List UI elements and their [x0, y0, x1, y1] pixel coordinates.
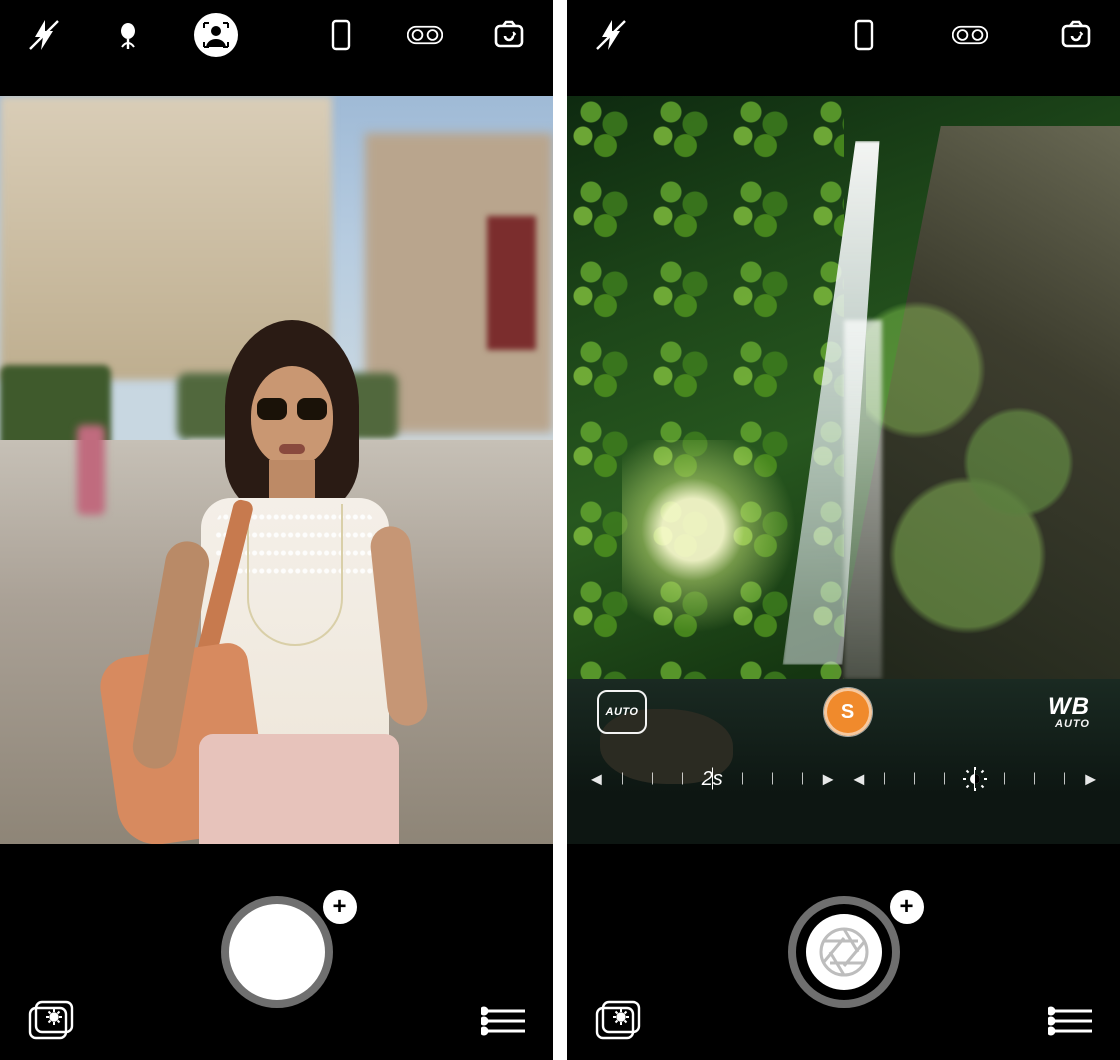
- gallery-button[interactable]: [595, 1000, 641, 1040]
- wb-mode-label: AUTO: [1048, 719, 1090, 730]
- add-button[interactable]: +: [890, 890, 924, 924]
- manual-controls-row: AUTO S WB AUTO: [567, 690, 1120, 734]
- camera-screen-portrait: +: [0, 0, 553, 1060]
- bottom-toolbar: +: [567, 844, 1120, 1060]
- focus-mode-button[interactable]: AUTO: [597, 690, 647, 734]
- exposure-icon: [963, 767, 987, 791]
- settings-menu-icon[interactable]: [1048, 1006, 1092, 1036]
- flash-off-icon[interactable]: [593, 17, 629, 53]
- chevron-left-icon: ◀: [854, 771, 865, 788]
- device-orientation-icon[interactable]: [323, 17, 359, 53]
- wb-label: WB: [1048, 695, 1090, 719]
- viewfinder[interactable]: [0, 96, 553, 844]
- macro-icon[interactable]: [110, 17, 146, 53]
- settings-menu-icon[interactable]: [481, 1006, 525, 1036]
- shutter-priority-button[interactable]: S: [824, 688, 872, 736]
- exposure-slider[interactable]: ◀ ▶: [856, 754, 1095, 804]
- subject-preview: [139, 320, 439, 844]
- viewfinder[interactable]: AUTO S WB AUTO ◀ 2s ▶ ◀: [567, 96, 1120, 844]
- chevron-left-icon: ◀: [591, 771, 602, 788]
- chevron-right-icon: ▶: [823, 771, 834, 788]
- portrait-mode-button[interactable]: [194, 13, 238, 57]
- white-balance-button[interactable]: WB AUTO: [1048, 695, 1090, 730]
- top-toolbar: [567, 0, 1120, 70]
- camera-screen-manual: AUTO S WB AUTO ◀ 2s ▶ ◀: [567, 0, 1120, 1060]
- dual-lens-icon[interactable]: [952, 17, 988, 53]
- device-orientation-icon[interactable]: [846, 17, 882, 53]
- shutter-priority-letter: S: [841, 701, 854, 724]
- focus-mode-label: AUTO: [606, 706, 639, 718]
- shutter-button[interactable]: [221, 896, 333, 1008]
- aperture-icon: [818, 926, 870, 978]
- top-toolbar: [0, 0, 553, 70]
- chevron-right-icon: ▶: [1085, 771, 1096, 788]
- shutter-speed-value: 2s: [692, 768, 733, 791]
- add-button[interactable]: +: [323, 890, 357, 924]
- shutter-button[interactable]: [788, 896, 900, 1008]
- bottom-toolbar: +: [0, 844, 553, 1060]
- switch-camera-icon[interactable]: [491, 17, 527, 53]
- sliders-row: ◀ 2s ▶ ◀: [567, 744, 1120, 814]
- switch-camera-icon[interactable]: [1058, 17, 1094, 53]
- shutter-speed-slider[interactable]: ◀ 2s ▶: [593, 754, 832, 804]
- flash-off-icon[interactable]: [26, 17, 62, 53]
- gallery-button[interactable]: [28, 1000, 74, 1040]
- dual-lens-icon[interactable]: [407, 17, 443, 53]
